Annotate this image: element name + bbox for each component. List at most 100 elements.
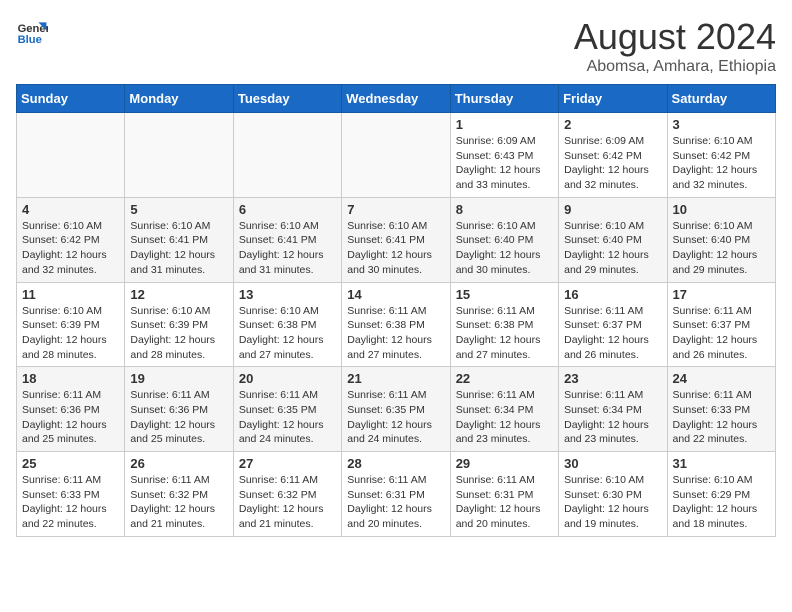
weekday-header-monday: Monday — [125, 85, 233, 113]
calendar-cell: 10Sunrise: 6:10 AM Sunset: 6:40 PM Dayli… — [667, 197, 775, 282]
day-number: 13 — [239, 287, 336, 302]
day-number: 20 — [239, 371, 336, 386]
calendar-table: SundayMondayTuesdayWednesdayThursdayFrid… — [16, 84, 776, 537]
day-number: 21 — [347, 371, 444, 386]
day-info: Sunrise: 6:11 AM Sunset: 6:36 PM Dayligh… — [130, 388, 227, 447]
calendar-cell: 2 Sunrise: 6:09 AM Sunset: 6:42 PM Daylig… — [559, 113, 667, 198]
day-info: Sunrise: 6:09 AM Sunset: 6:43 PM Dayligh… — [456, 134, 553, 193]
week-row-5: 25Sunrise: 6:11 AM Sunset: 6:33 PM Dayli… — [17, 452, 776, 537]
main-title: August 2024 — [574, 16, 776, 58]
week-row-4: 18 Sunrise: 6:11 AM Sunset: 6:36 PM Dayli… — [17, 367, 776, 452]
weekday-header-row: SundayMondayTuesdayWednesdayThursdayFrid… — [17, 85, 776, 113]
weekday-header-sunday: Sunday — [17, 85, 125, 113]
day-number: 22 — [456, 371, 553, 386]
day-number: 17 — [673, 287, 770, 302]
calendar-cell: 30 Sunrise: 6:10 AM Sunset: 6:30 PM Dayli… — [559, 452, 667, 537]
week-row-1: 1 Sunrise: 6:09 AM Sunset: 6:43 PM Daylig… — [17, 113, 776, 198]
calendar-cell: 4 Sunrise: 6:10 AM Sunset: 6:42 PM Daylig… — [17, 197, 125, 282]
weekday-header-saturday: Saturday — [667, 85, 775, 113]
calendar-cell: 6 Sunrise: 6:10 AM Sunset: 6:41 PM Daylig… — [233, 197, 341, 282]
weekday-header-tuesday: Tuesday — [233, 85, 341, 113]
day-number: 19 — [130, 371, 227, 386]
weekday-header-thursday: Thursday — [450, 85, 558, 113]
weekday-header-wednesday: Wednesday — [342, 85, 450, 113]
day-info: Sunrise: 6:11 AM Sunset: 6:32 PM Dayligh… — [239, 473, 336, 532]
day-number: 6 — [239, 202, 336, 217]
logo-icon: General Blue — [16, 16, 48, 48]
calendar-cell: 12 Sunrise: 6:10 AM Sunset: 6:39 PM Dayli… — [125, 282, 233, 367]
day-info: Sunrise: 6:10 AM Sunset: 6:30 PM Dayligh… — [564, 473, 661, 532]
calendar-cell: 1 Sunrise: 6:09 AM Sunset: 6:43 PM Daylig… — [450, 113, 558, 198]
day-info: Sunrise: 6:11 AM Sunset: 6:36 PM Dayligh… — [22, 388, 119, 447]
calendar-cell: 27Sunrise: 6:11 AM Sunset: 6:32 PM Dayli… — [233, 452, 341, 537]
day-info: Sunrise: 6:11 AM Sunset: 6:35 PM Dayligh… — [239, 388, 336, 447]
calendar-cell: 7 Sunrise: 6:10 AM Sunset: 6:41 PM Daylig… — [342, 197, 450, 282]
day-number: 3 — [673, 117, 770, 132]
day-number: 29 — [456, 456, 553, 471]
day-number: 25 — [22, 456, 119, 471]
calendar-cell: 3Sunrise: 6:10 AM Sunset: 6:42 PM Daylig… — [667, 113, 775, 198]
calendar-cell: 25Sunrise: 6:11 AM Sunset: 6:33 PM Dayli… — [17, 452, 125, 537]
calendar-cell — [233, 113, 341, 198]
day-info: Sunrise: 6:11 AM Sunset: 6:32 PM Dayligh… — [130, 473, 227, 532]
calendar-cell: 13 Sunrise: 6:10 AM Sunset: 6:38 PM Dayli… — [233, 282, 341, 367]
day-number: 8 — [456, 202, 553, 217]
calendar-cell — [125, 113, 233, 198]
day-number: 5 — [130, 202, 227, 217]
day-info: Sunrise: 6:11 AM Sunset: 6:37 PM Dayligh… — [564, 304, 661, 363]
week-row-2: 4 Sunrise: 6:10 AM Sunset: 6:42 PM Daylig… — [17, 197, 776, 282]
day-number: 7 — [347, 202, 444, 217]
day-info: Sunrise: 6:11 AM Sunset: 6:38 PM Dayligh… — [456, 304, 553, 363]
day-info: Sunrise: 6:10 AM Sunset: 6:42 PM Dayligh… — [22, 219, 119, 278]
day-number: 23 — [564, 371, 661, 386]
calendar-cell: 31 Sunrise: 6:10 AM Sunset: 6:29 PM Dayli… — [667, 452, 775, 537]
title-area: August 2024 Abomsa, Amhara, Ethiopia — [574, 16, 776, 76]
calendar-cell: 19 Sunrise: 6:11 AM Sunset: 6:36 PM Dayli… — [125, 367, 233, 452]
calendar-cell: 23 Sunrise: 6:11 AM Sunset: 6:34 PM Dayli… — [559, 367, 667, 452]
day-number: 15 — [456, 287, 553, 302]
day-number: 9 — [564, 202, 661, 217]
calendar-cell: 11Sunrise: 6:10 AM Sunset: 6:39 PM Dayli… — [17, 282, 125, 367]
day-info: Sunrise: 6:10 AM Sunset: 6:40 PM Dayligh… — [456, 219, 553, 278]
day-info: Sunrise: 6:11 AM Sunset: 6:35 PM Dayligh… — [347, 388, 444, 447]
day-number: 31 — [673, 456, 770, 471]
calendar-cell: 24Sunrise: 6:11 AM Sunset: 6:33 PM Dayli… — [667, 367, 775, 452]
calendar-cell — [342, 113, 450, 198]
logo: General Blue — [16, 16, 48, 48]
day-info: Sunrise: 6:10 AM Sunset: 6:39 PM Dayligh… — [130, 304, 227, 363]
day-number: 28 — [347, 456, 444, 471]
calendar-cell: 5Sunrise: 6:10 AM Sunset: 6:41 PM Daylig… — [125, 197, 233, 282]
day-number: 18 — [22, 371, 119, 386]
day-info: Sunrise: 6:10 AM Sunset: 6:40 PM Dayligh… — [564, 219, 661, 278]
day-info: Sunrise: 6:11 AM Sunset: 6:34 PM Dayligh… — [456, 388, 553, 447]
day-info: Sunrise: 6:09 AM Sunset: 6:42 PM Dayligh… — [564, 134, 661, 193]
day-number: 24 — [673, 371, 770, 386]
day-number: 1 — [456, 117, 553, 132]
calendar-cell: 14 Sunrise: 6:11 AM Sunset: 6:38 PM Dayli… — [342, 282, 450, 367]
day-number: 12 — [130, 287, 227, 302]
day-number: 10 — [673, 202, 770, 217]
calendar-cell: 21 Sunrise: 6:11 AM Sunset: 6:35 PM Dayli… — [342, 367, 450, 452]
day-info: Sunrise: 6:10 AM Sunset: 6:41 PM Dayligh… — [239, 219, 336, 278]
day-number: 4 — [22, 202, 119, 217]
day-info: Sunrise: 6:10 AM Sunset: 6:41 PM Dayligh… — [347, 219, 444, 278]
day-number: 30 — [564, 456, 661, 471]
calendar-cell: 8 Sunrise: 6:10 AM Sunset: 6:40 PM Daylig… — [450, 197, 558, 282]
calendar-cell — [17, 113, 125, 198]
day-number: 14 — [347, 287, 444, 302]
weekday-header-friday: Friday — [559, 85, 667, 113]
day-info: Sunrise: 6:11 AM Sunset: 6:31 PM Dayligh… — [347, 473, 444, 532]
calendar-cell: 28 Sunrise: 6:11 AM Sunset: 6:31 PM Dayli… — [342, 452, 450, 537]
day-number: 2 — [564, 117, 661, 132]
day-info: Sunrise: 6:10 AM Sunset: 6:29 PM Dayligh… — [673, 473, 770, 532]
day-info: Sunrise: 6:11 AM Sunset: 6:34 PM Dayligh… — [564, 388, 661, 447]
calendar-cell: 29Sunrise: 6:11 AM Sunset: 6:31 PM Dayli… — [450, 452, 558, 537]
day-info: Sunrise: 6:11 AM Sunset: 6:37 PM Dayligh… — [673, 304, 770, 363]
day-info: Sunrise: 6:11 AM Sunset: 6:38 PM Dayligh… — [347, 304, 444, 363]
calendar-cell: 15 Sunrise: 6:11 AM Sunset: 6:38 PM Dayli… — [450, 282, 558, 367]
calendar-cell: 26Sunrise: 6:11 AM Sunset: 6:32 PM Dayli… — [125, 452, 233, 537]
calendar-cell: 16 Sunrise: 6:11 AM Sunset: 6:37 PM Dayli… — [559, 282, 667, 367]
calendar-cell: 18 Sunrise: 6:11 AM Sunset: 6:36 PM Dayli… — [17, 367, 125, 452]
day-info: Sunrise: 6:10 AM Sunset: 6:38 PM Dayligh… — [239, 304, 336, 363]
day-number: 16 — [564, 287, 661, 302]
